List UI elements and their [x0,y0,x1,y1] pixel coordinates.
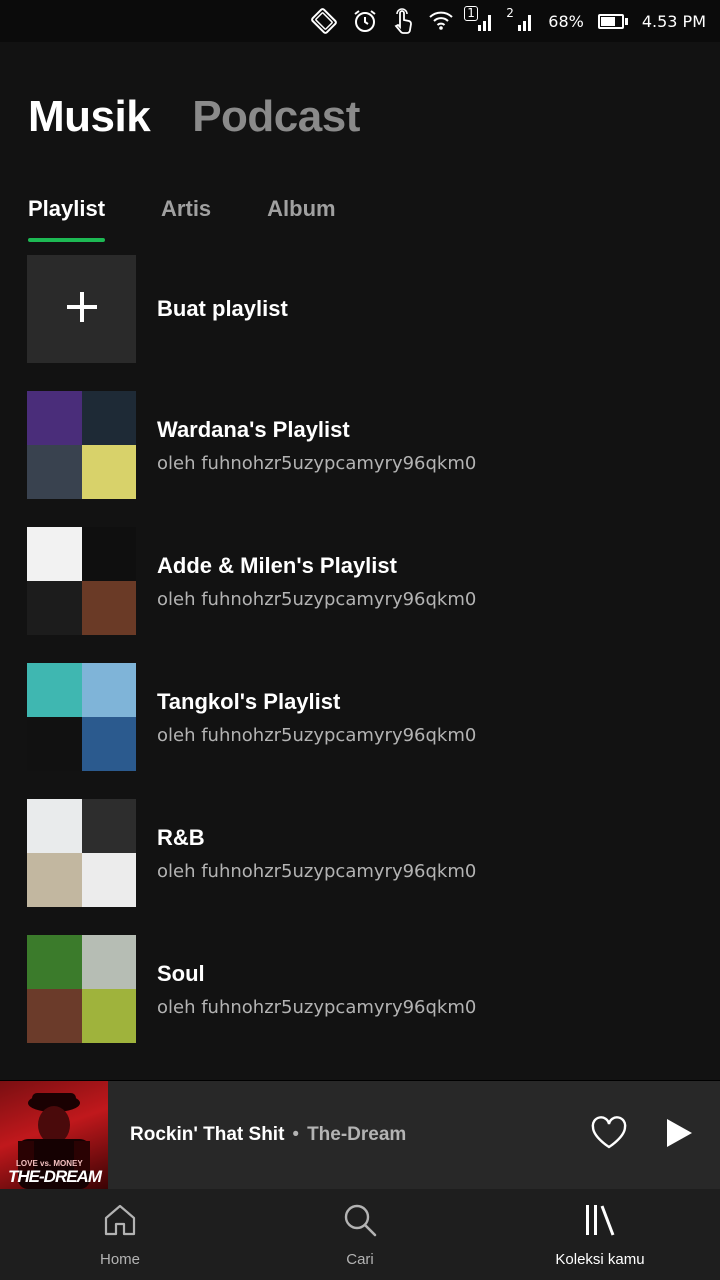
cover-tile [27,663,82,717]
nav-search[interactable]: Cari [240,1189,480,1280]
create-playlist-label: Buat playlist [157,296,288,321]
playlist-cover [27,663,136,771]
home-icon [102,1202,138,1243]
playlist-owner: oleh fuhnohzr5uzypcamyry96qkm0 [157,452,477,474]
playlist-row[interactable]: Adde & Milen's Playlist oleh fuhnohzr5uzy… [27,527,697,635]
playlist-title: R&B [157,824,205,850]
alarm-icon [352,8,378,34]
tab-album[interactable]: Album [267,196,335,242]
playlist-row[interactable]: Tangkol's Playlist oleh fuhnohzr5uzypcamy… [27,663,697,771]
heart-icon [590,1115,628,1155]
cover-tile [81,799,136,853]
cover-tile [27,445,82,499]
playlist-row[interactable]: Wardana's Playlist oleh fuhnohzr5uzypcamy… [27,391,697,499]
clock: 4.53 PM [641,11,706,31]
nav-library[interactable]: Koleksi kamu [480,1189,720,1280]
play-button[interactable] [664,1117,694,1154]
playlist-cover [27,391,136,499]
playlist-cover [27,799,136,907]
playlist-row[interactable]: Soul oleh fuhnohzr5uzypcamyry96qkm0 [27,935,697,1043]
now-playing-bar[interactable]: LOVE vs. MONEY THE-DREAM Rockin' That Sh… [0,1080,720,1189]
cover-tile [27,853,82,907]
library-icon [582,1202,618,1243]
tab-playlist[interactable]: Playlist [28,196,106,242]
playlist-row[interactable]: R&B oleh fuhnohzr5uzypcamyry96qkm0 [27,799,697,907]
track-title: Rockin' That Shit [130,1124,285,1145]
tab-podcast[interactable]: Podcast [192,92,360,142]
cover-tile [81,445,136,499]
cover-tile [81,527,136,581]
playlist-list: Buat playlist Wardana's Playlist oleh fuh… [27,255,697,1071]
cover-tile [27,935,82,989]
bottom-nav: Home Cari Koleksi kamu [0,1189,720,1280]
track-separator: • [292,1124,300,1145]
touch-icon [392,8,414,34]
cover-tile [81,581,136,635]
battery-icon [597,13,628,29]
status-bar: 1 2 68% 4.53 PM [0,0,720,42]
cover-tile [81,935,136,989]
create-playlist-thumb [27,255,136,363]
album-art-text-big: THE-DREAM [8,1167,102,1186]
sim2-label: 2 [506,6,514,20]
cover-tile [81,989,136,1043]
sim1-label: 1 [464,6,478,21]
nav-home-label: Home [99,1250,140,1268]
cover-tile [81,391,136,445]
playlist-cover [27,935,136,1043]
battery-percent: 68% [548,11,584,31]
nav-home[interactable]: Home [0,1189,240,1280]
signal-sim1-icon: 1 [464,6,494,34]
playlist-title: Tangkol's Playlist [157,688,341,714]
plus-icon [65,290,99,329]
cover-tile [81,717,136,771]
playlist-owner: oleh fuhnohzr5uzypcamyry96qkm0 [157,724,477,746]
cover-tile [81,853,136,907]
cover-tile [27,799,82,853]
now-playing-album-art[interactable]: LOVE vs. MONEY THE-DREAM [0,1081,108,1189]
like-button[interactable] [590,1115,628,1155]
top-tabs: Musik Podcast [28,92,360,142]
cover-tile [27,527,82,581]
playlist-title: Soul [157,960,205,986]
signal-sim2-icon: 2 [506,6,534,34]
play-icon [664,1117,694,1154]
cover-tile [27,581,82,635]
wifi-icon [428,8,454,34]
playlist-owner: oleh fuhnohzr5uzypcamyry96qkm0 [157,996,477,1018]
cover-tile [27,989,82,1043]
nav-search-label: Cari [346,1250,374,1268]
tab-music[interactable]: Musik [28,92,151,142]
playlist-cover [27,527,136,635]
playlist-title: Wardana's Playlist [157,416,350,442]
playlist-owner: oleh fuhnohzr5uzypcamyry96qkm0 [157,860,477,882]
tab-artists[interactable]: Artis [161,196,211,242]
cover-tile [27,391,82,445]
screen-rotation-icon [310,8,338,34]
cover-tile [27,717,82,771]
sub-tabs: Playlist Artis Album [28,196,336,242]
cover-tile [81,663,136,717]
track-artist: The-Dream [307,1124,407,1145]
now-playing-info[interactable]: Rockin' That Shit • The-Dream [130,1124,590,1146]
nav-library-label: Koleksi kamu [555,1250,645,1268]
playlist-title: Adde & Milen's Playlist [157,552,397,578]
create-playlist-row[interactable]: Buat playlist [27,255,697,363]
search-icon [342,1202,378,1243]
playlist-owner: oleh fuhnohzr5uzypcamyry96qkm0 [157,588,477,610]
